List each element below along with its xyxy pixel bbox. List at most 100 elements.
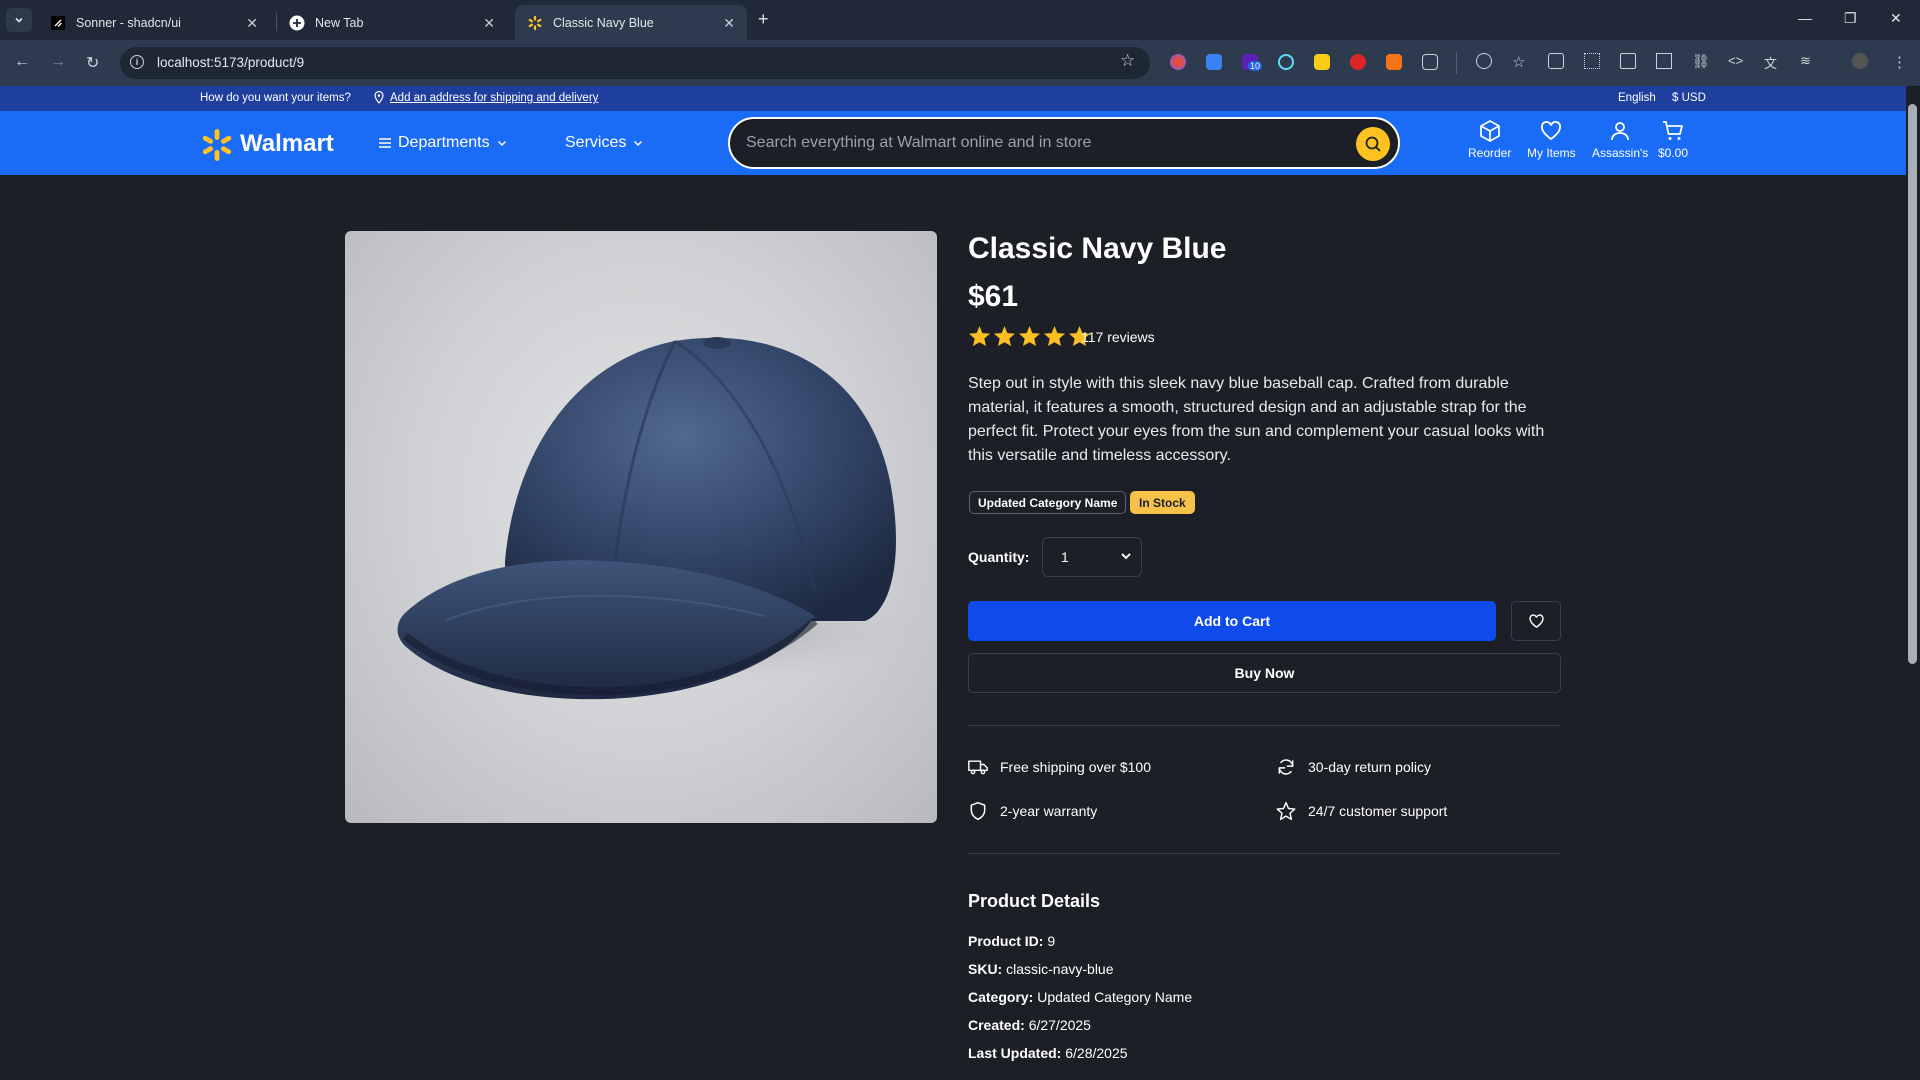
walmart-logo-text[interactable]: Walmart bbox=[240, 130, 334, 158]
code-icon[interactable]: <> bbox=[1728, 53, 1744, 69]
url-text[interactable]: localhost:5173/product/9 bbox=[157, 55, 304, 70]
back-arrow-icon[interactable]: ← bbox=[14, 53, 30, 71]
star-icon bbox=[968, 325, 991, 347]
feature-support: 24/7 customer support bbox=[1276, 801, 1447, 821]
layers-icon[interactable]: ≋ bbox=[1800, 53, 1816, 69]
stock-badge: In Stock bbox=[1130, 491, 1195, 514]
responsive-icon[interactable] bbox=[1620, 53, 1636, 69]
forward-arrow-icon[interactable]: → bbox=[50, 53, 66, 71]
search-icon bbox=[1365, 136, 1381, 152]
restore-icon[interactable]: ❐ bbox=[1844, 10, 1857, 27]
site-info-icon[interactable]: i bbox=[130, 55, 144, 69]
divider bbox=[968, 725, 1561, 726]
react-devtools-icon[interactable] bbox=[1278, 54, 1294, 70]
screenshot-icon[interactable] bbox=[1548, 53, 1564, 69]
browser-tab-bar: Sonner - shadcn/ui ✕ New Tab ✕ Classic N… bbox=[0, 0, 1920, 40]
close-icon[interactable]: ✕ bbox=[246, 15, 258, 32]
star-icon bbox=[1018, 325, 1041, 347]
my-items-button[interactable]: My Items bbox=[1527, 119, 1576, 160]
detail-value: 9 bbox=[1047, 933, 1056, 949]
user-icon bbox=[1611, 122, 1630, 141]
search-button[interactable] bbox=[1356, 127, 1390, 161]
extension-icon[interactable] bbox=[1314, 54, 1330, 70]
language-selector[interactable]: English bbox=[1618, 92, 1656, 104]
product-description: Step out in style with this sleek navy b… bbox=[968, 375, 1545, 464]
account-button[interactable]: Assassin's bbox=[1592, 119, 1648, 160]
feature-returns: 30-day return policy bbox=[1276, 757, 1431, 777]
star-icon bbox=[993, 325, 1016, 347]
tab-sonner[interactable]: Sonner - shadcn/ui ✕ bbox=[38, 5, 270, 40]
rocket-extension-icon[interactable] bbox=[1206, 54, 1222, 70]
detail-value: 6/27/2025 bbox=[1028, 1017, 1091, 1033]
review-count[interactable]: 117 reviews bbox=[1081, 329, 1155, 345]
shield-icon bbox=[970, 801, 986, 821]
qr-code-icon[interactable] bbox=[1584, 53, 1600, 69]
detail-label: Product ID: bbox=[968, 933, 1044, 949]
baseball-cap-image bbox=[397, 337, 915, 700]
add-to-cart-button[interactable]: Add to Cart bbox=[968, 601, 1496, 641]
extension-badge-count: 10 bbox=[1248, 61, 1263, 71]
tab-classic-navy-blue[interactable]: Classic Navy Blue ✕ bbox=[515, 5, 747, 40]
table-icon[interactable] bbox=[1656, 53, 1672, 69]
new-tab-plus-icon[interactable]: + bbox=[758, 9, 769, 30]
search-input[interactable] bbox=[746, 131, 1306, 155]
product-price: $61 bbox=[968, 280, 1019, 313]
feature-label: 2-year warranty bbox=[1000, 803, 1098, 819]
chrome-new-tab-icon bbox=[289, 15, 305, 31]
feature-label: Free shipping over $100 bbox=[1000, 759, 1151, 775]
detail-label: SKU: bbox=[968, 961, 1003, 977]
star-list-icon[interactable]: ☆ bbox=[1512, 53, 1528, 71]
currency-selector[interactable]: $ USD bbox=[1672, 92, 1706, 104]
link-icon[interactable]: ⛓ bbox=[1692, 53, 1710, 69]
close-icon[interactable]: ✕ bbox=[483, 15, 495, 32]
tab-new-tab[interactable]: New Tab ✕ bbox=[277, 5, 507, 40]
chevron-down-icon bbox=[15, 17, 23, 23]
product-title: Classic Navy Blue bbox=[968, 232, 1227, 265]
star-outline-icon bbox=[1276, 801, 1296, 821]
walmart-spark-icon bbox=[527, 15, 543, 31]
close-icon[interactable]: ✕ bbox=[723, 15, 735, 32]
category-badge: Updated Category Name bbox=[969, 491, 1127, 514]
detail-value: Updated Category Name bbox=[1037, 989, 1193, 1005]
box-icon bbox=[1479, 120, 1500, 142]
extension-icon[interactable] bbox=[1170, 54, 1186, 70]
add-address-link[interactable]: Add an address for shipping and delivery bbox=[390, 92, 598, 104]
location-pin-icon bbox=[374, 90, 384, 107]
my-items-label: My Items bbox=[1527, 146, 1576, 160]
puzzle-extensions-icon[interactable] bbox=[1422, 54, 1438, 70]
reload-icon[interactable]: ↻ bbox=[86, 53, 99, 73]
departments-label: Departments bbox=[398, 134, 490, 151]
detail-sku: SKU: classic-navy-blue bbox=[968, 961, 1114, 977]
block-extension-icon[interactable] bbox=[1350, 54, 1366, 70]
site-header: Walmart Departments Services Reorder My … bbox=[0, 111, 1906, 175]
quantity-select[interactable]: 1 bbox=[1042, 537, 1142, 577]
close-window-icon[interactable]: ✕ bbox=[1890, 10, 1902, 27]
services-menu[interactable]: Services bbox=[565, 134, 644, 152]
translate-icon[interactable]: 文 bbox=[1764, 53, 1780, 71]
tab-title: Sonner - shadcn/ui bbox=[76, 15, 181, 30]
feature-label: 30-day return policy bbox=[1308, 759, 1431, 775]
reorder-button[interactable]: Reorder bbox=[1468, 119, 1511, 160]
more-menu-icon[interactable]: ⋮ bbox=[1892, 53, 1908, 71]
key-icon[interactable] bbox=[1476, 53, 1492, 69]
extension-badge-icon[interactable]: 10 bbox=[1242, 54, 1263, 71]
delivery-strip: How do you want your items? Add an addre… bbox=[0, 86, 1906, 111]
scrollbar-thumb[interactable] bbox=[1908, 104, 1917, 664]
tab-title: New Tab bbox=[315, 15, 364, 30]
buy-now-button[interactable]: Buy Now bbox=[968, 653, 1561, 693]
wishlist-button[interactable] bbox=[1511, 601, 1561, 641]
feature-label: 24/7 customer support bbox=[1308, 803, 1448, 819]
profile-avatar[interactable] bbox=[1852, 53, 1868, 69]
fox-extension-icon[interactable] bbox=[1386, 54, 1402, 70]
departments-menu[interactable]: Departments bbox=[378, 134, 508, 152]
delivery-question: How do you want your items? bbox=[200, 92, 351, 104]
walmart-spark-icon[interactable] bbox=[200, 128, 234, 162]
cart-icon bbox=[1663, 121, 1683, 140]
cart-button[interactable]: $0.00 bbox=[1658, 119, 1688, 160]
minimize-icon[interactable]: — bbox=[1798, 10, 1812, 26]
bookmark-star-icon[interactable]: ☆ bbox=[1120, 51, 1135, 71]
divider bbox=[968, 853, 1561, 854]
tab-search-button[interactable] bbox=[6, 8, 32, 32]
detail-label: Category: bbox=[968, 989, 1034, 1005]
detail-value: 6/28/2025 bbox=[1065, 1045, 1128, 1061]
